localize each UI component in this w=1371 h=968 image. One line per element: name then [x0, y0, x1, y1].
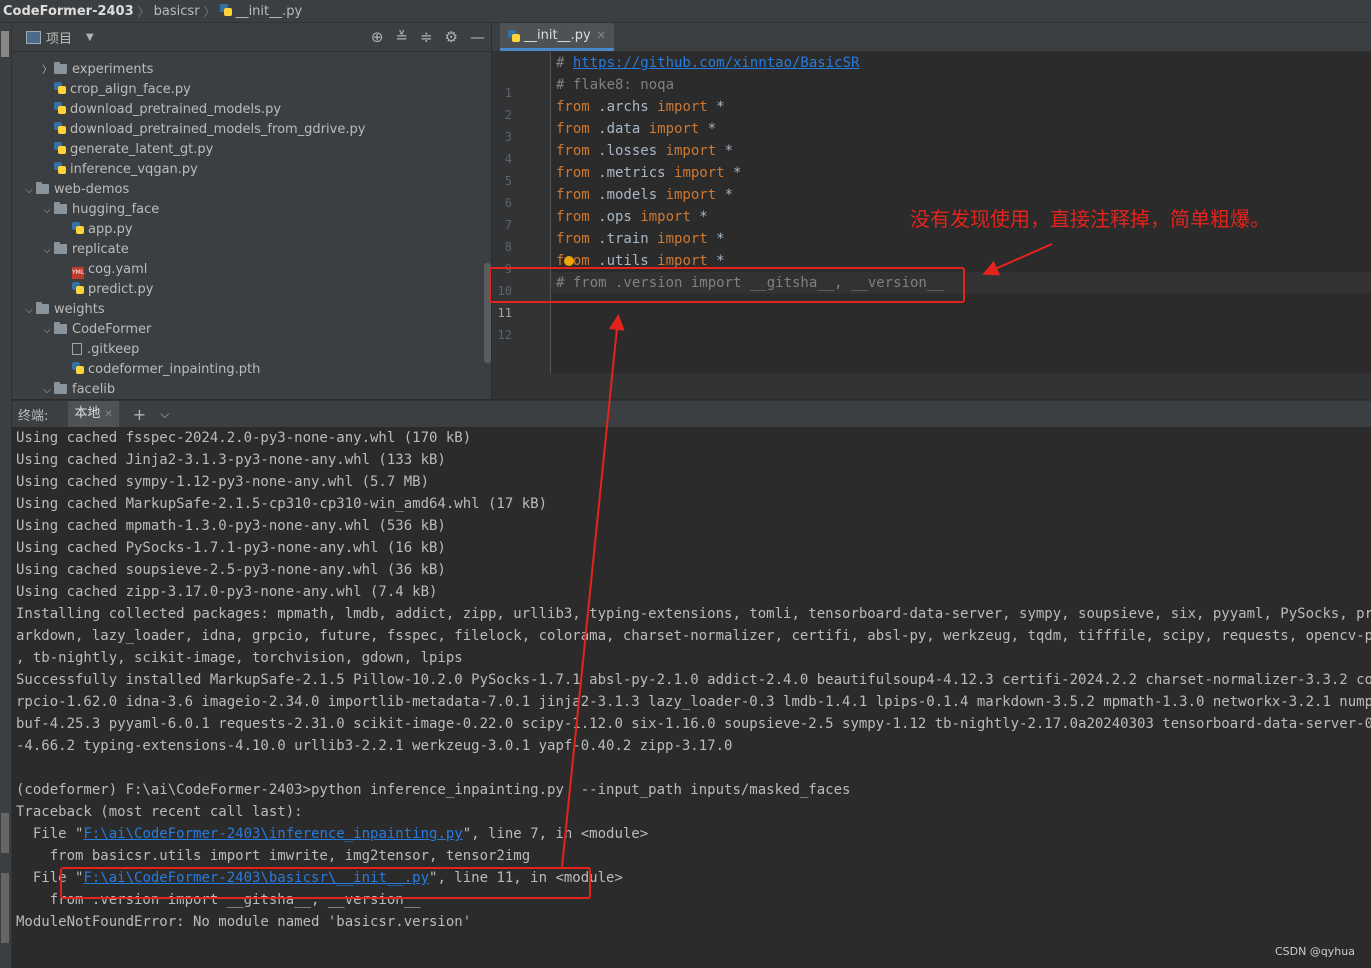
arrow-traceback-to-code	[561, 314, 625, 868]
annotation-arrows	[561, 243, 1053, 868]
arrow-to-code-line	[982, 243, 1053, 276]
